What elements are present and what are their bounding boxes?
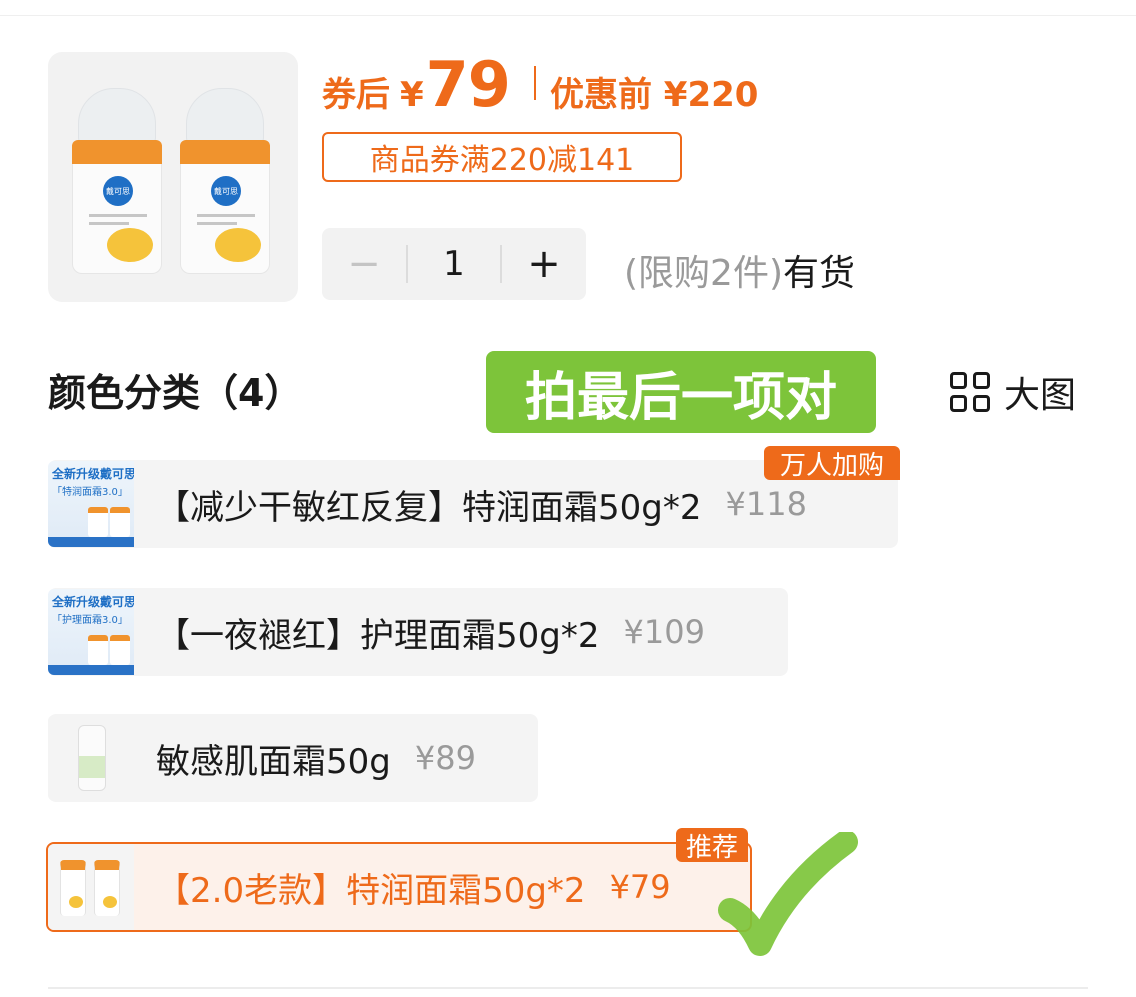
brand-logo: 戴可思: [103, 176, 133, 206]
after-coupon-price: 79: [425, 48, 511, 121]
after-coupon-label: 券后: [322, 75, 390, 115]
brand-logo: 戴可思: [211, 176, 241, 206]
product-jar-right: 戴可思: [180, 88, 270, 288]
option-name: 敏感肌面霜50g: [156, 741, 391, 782]
big-view-label: 大图: [1004, 375, 1077, 416]
checkmark-icon: [718, 832, 858, 956]
quantity-value[interactable]: 1: [406, 245, 502, 283]
increase-button[interactable]: +: [502, 241, 586, 287]
quantity-stepper: − 1 +: [322, 228, 586, 300]
option-thumbnail: [48, 715, 134, 801]
option-name: 【2.0老款】特润面霜50g*2: [156, 870, 586, 911]
stock-status: 有货: [783, 253, 856, 294]
option-item[interactable]: 全新升级戴可思 「护理面霜3.0」 【一夜褪红】护理面霜50g*2 ¥109: [48, 588, 788, 676]
option-price: ¥79: [609, 868, 671, 906]
thumb-title: 全新升级戴可思: [52, 467, 134, 481]
decrease-button[interactable]: −: [322, 241, 406, 287]
option-price: ¥109: [623, 613, 705, 651]
price-separator: [533, 66, 536, 100]
option-price: ¥89: [414, 739, 476, 777]
top-divider: [0, 15, 1136, 16]
product-jar-left: 戴可思: [72, 88, 162, 288]
option-thumbnail: [48, 844, 134, 930]
option-item-selected[interactable]: 【2.0老款】特润面霜50g*2 ¥79: [46, 842, 752, 932]
option-item[interactable]: 敏感肌面霜50g ¥89: [48, 714, 538, 802]
purchase-limit: (限购2件): [624, 253, 783, 294]
thumb-title: 全新升级戴可思: [52, 595, 134, 609]
product-image[interactable]: 戴可思 戴可思: [48, 52, 298, 302]
big-view-toggle[interactable]: 大图: [950, 366, 1076, 418]
thumb-subtitle: 「护理面霜3.0」: [52, 615, 128, 626]
option-name: 【减少干敏红反复】特润面霜50g*2: [156, 487, 702, 528]
annotation-banner: 拍最后一项对: [486, 351, 876, 433]
bottom-divider: [48, 987, 1088, 989]
option-price: ¥118: [725, 485, 807, 523]
price-row: 券后 ¥ 79 优惠前 ¥220: [322, 48, 759, 121]
stock-info: (限购2件)有货: [624, 244, 855, 296]
grid-icon: [950, 372, 990, 412]
popular-badge: 万人加购: [764, 446, 900, 481]
section-title: 颜色分类（4）: [48, 371, 303, 415]
currency-symbol: ¥: [400, 75, 424, 115]
thumb-subtitle: 「特润面霜3.0」: [52, 487, 128, 498]
original-price: 优惠前 ¥220: [549, 75, 759, 115]
option-name: 【一夜褪红】护理面霜50g*2: [156, 615, 600, 656]
coupon-tag[interactable]: 商品券满220减141: [322, 132, 682, 182]
option-thumbnail: 全新升级戴可思 「护理面霜3.0」: [48, 589, 134, 675]
option-thumbnail: 全新升级戴可思 「特润面霜3.0」: [48, 461, 134, 547]
